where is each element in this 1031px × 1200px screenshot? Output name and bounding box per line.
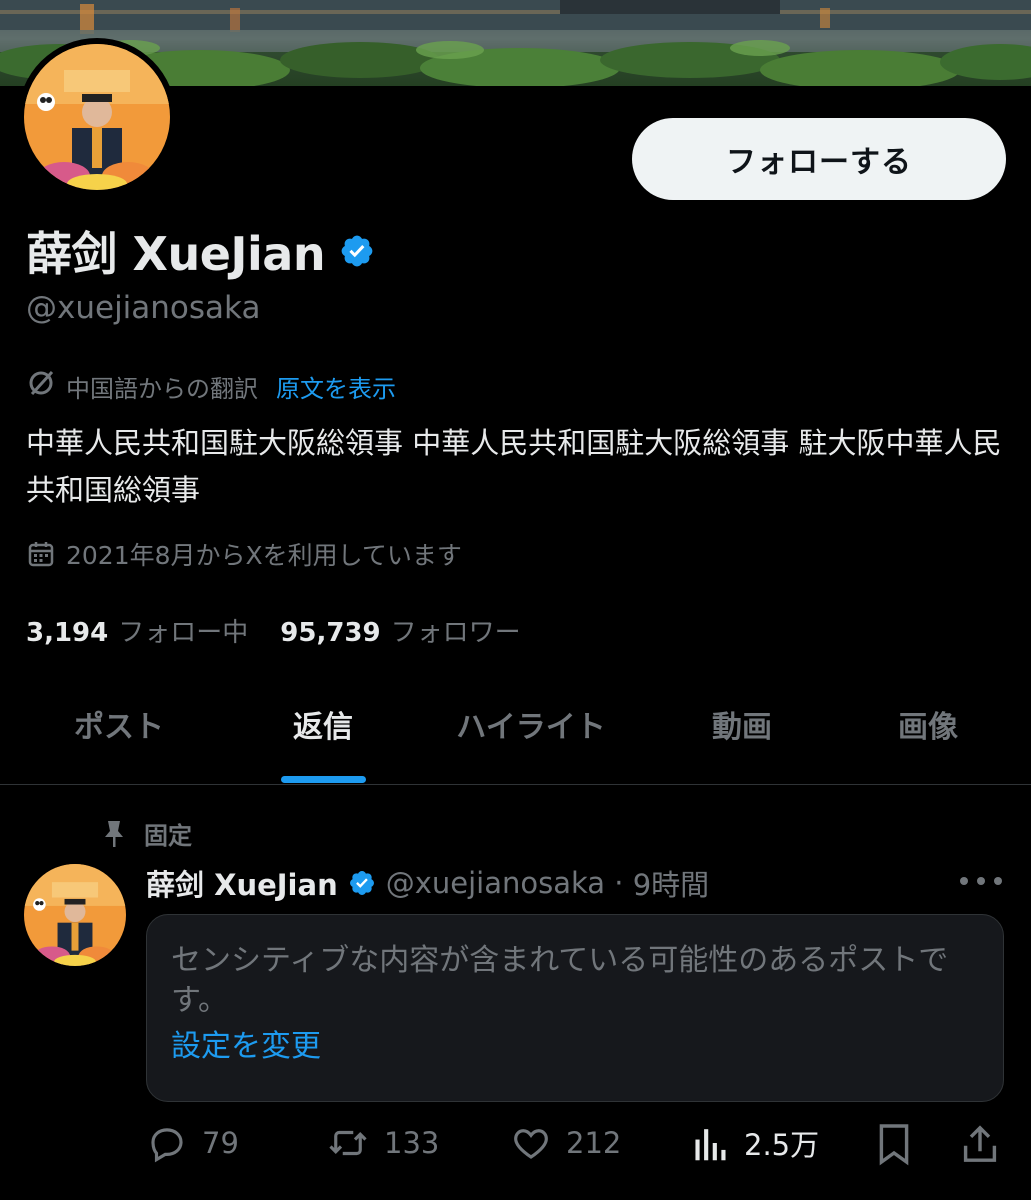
bookmark-button[interactable] xyxy=(876,1122,912,1166)
show-original-link[interactable]: 原文を表示 xyxy=(276,369,396,404)
translation-note: 中国語からの翻訳 xyxy=(66,374,258,403)
like-button[interactable]: 212 xyxy=(510,1122,621,1164)
pin-icon xyxy=(102,819,126,849)
followers-label: フォロワー xyxy=(390,618,521,648)
post-avatar-image xyxy=(24,864,126,966)
profile-avatar[interactable] xyxy=(18,38,176,196)
change-settings-link[interactable]: 設定を変更 xyxy=(171,1025,979,1069)
followers-count: 95,739 xyxy=(280,618,381,648)
repost-count: 133 xyxy=(384,1126,440,1160)
sensitive-content-warning: センシティブな内容が含まれている可能性のあるポストです。 設定を変更 xyxy=(146,914,1004,1102)
profile-display-name: 薛剑 XueJian xyxy=(26,227,326,281)
pinned-label: 固定 xyxy=(144,822,192,850)
reply-icon xyxy=(146,1122,188,1164)
joined-date: 2021年8月からXを利用しています xyxy=(66,541,462,570)
reply-count: 79 xyxy=(202,1126,239,1160)
profile-tabs: ポスト 返信 ハイライト 動画 画像 xyxy=(0,680,1031,785)
tab-images[interactable]: 画像 xyxy=(898,702,958,746)
share-button[interactable] xyxy=(962,1122,998,1166)
translation-row: 中国語からの翻訳 原文を表示 xyxy=(26,368,396,404)
tab-posts[interactable]: ポスト xyxy=(74,702,164,746)
post-author-avatar[interactable] xyxy=(24,864,126,966)
tab-videos[interactable]: 動画 xyxy=(712,702,772,746)
post-action-bar: 79 133 212 2.5万 xyxy=(146,1122,1006,1170)
post-time[interactable]: 9時間 xyxy=(633,862,709,904)
sensitive-content-text: センシティブな内容が含まれている可能性のあるポストです。 xyxy=(171,943,949,1018)
pinned-indicator: 固定 xyxy=(102,816,192,851)
profile-handle: @xuejianosaka xyxy=(26,290,261,326)
profile-bio: 中華人民共和国駐大阪総領事 中華人民共和国駐大阪総領事 駐大阪中華人民共和国総領… xyxy=(26,426,1002,507)
views-chart-icon xyxy=(692,1122,730,1164)
tab-highlights[interactable]: ハイライト xyxy=(456,702,605,746)
followers-link[interactable]: 95,739 フォロワー xyxy=(280,612,520,649)
follow-button[interactable]: フォローする xyxy=(632,118,1006,200)
like-count: 212 xyxy=(566,1126,622,1160)
post-verified-badge-icon xyxy=(348,869,376,897)
following-link[interactable]: 3,194 フォロー中 xyxy=(26,612,248,649)
translate-icon xyxy=(26,368,56,404)
following-count: 3,194 xyxy=(26,618,109,648)
calendar-icon xyxy=(26,539,56,569)
share-icon xyxy=(962,1122,998,1166)
avatar-image xyxy=(24,44,170,190)
tab-replies[interactable]: 返信 xyxy=(293,702,353,746)
follow-stats: 3,194 フォロー中 95,739 フォロワー xyxy=(26,612,521,649)
repost-button[interactable]: 133 xyxy=(326,1122,439,1164)
active-tab-indicator xyxy=(281,776,366,783)
post-author-handle[interactable]: @xuejianosaka xyxy=(386,866,605,900)
profile-name-row: 薛剑 XueJian xyxy=(26,218,375,284)
following-label: フォロー中 xyxy=(118,618,249,648)
reply-button[interactable]: 79 xyxy=(146,1122,239,1164)
views-button[interactable]: 2.5万 xyxy=(692,1122,819,1164)
more-options-icon[interactable] xyxy=(960,868,1002,894)
post-author-name[interactable]: 薛剑 XueJian xyxy=(146,862,338,904)
post-meta-separator: · xyxy=(605,866,633,900)
bookmark-icon xyxy=(876,1122,912,1166)
like-heart-icon xyxy=(510,1122,552,1164)
views-count: 2.5万 xyxy=(744,1128,820,1162)
repost-icon xyxy=(326,1122,370,1164)
joined-row: 2021年8月からXを利用しています xyxy=(26,536,462,572)
verified-badge-icon[interactable] xyxy=(339,233,375,269)
post-header: 薛剑 XueJian @xuejianosaka · 9時間 xyxy=(146,862,709,904)
